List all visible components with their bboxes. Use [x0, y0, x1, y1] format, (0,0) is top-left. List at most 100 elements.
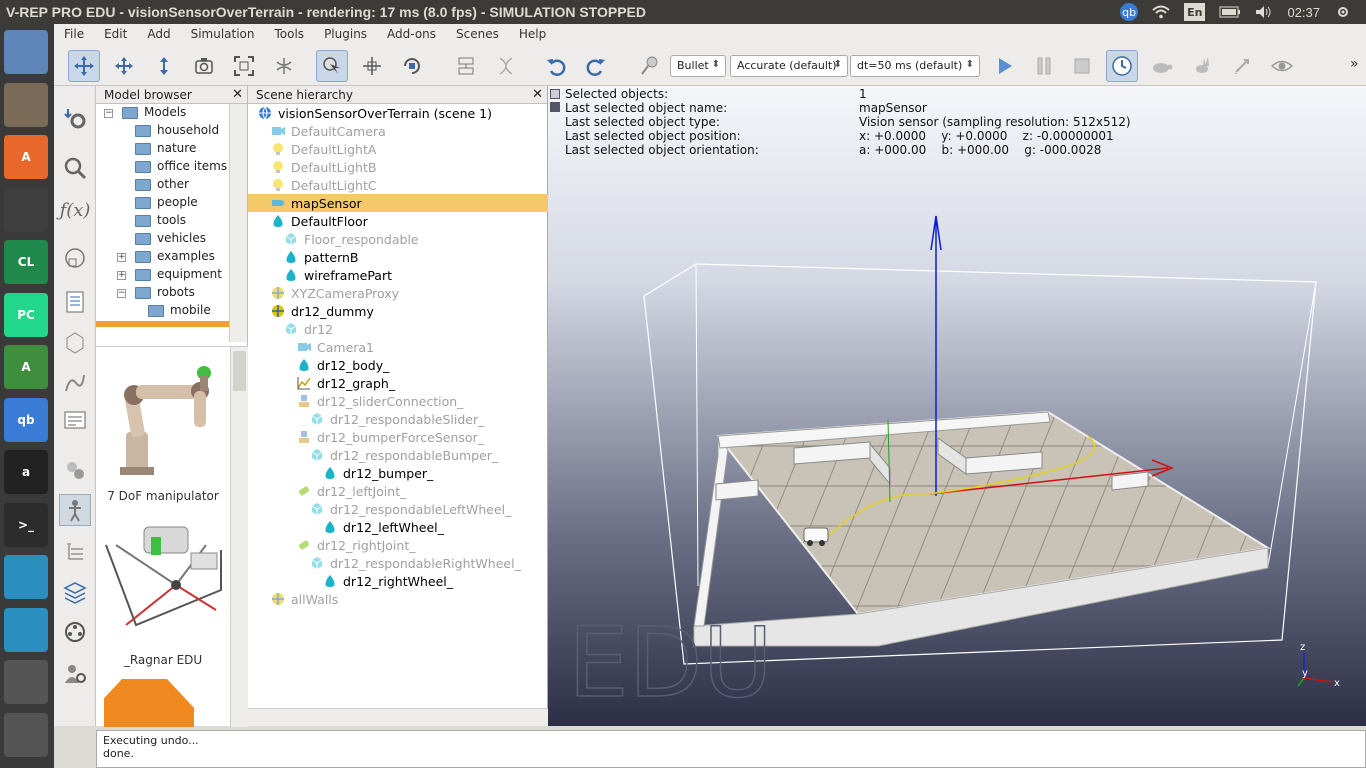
- model-tree-item[interactable]: other: [96, 176, 247, 194]
- thread-rendering-button[interactable]: [1226, 50, 1258, 82]
- scene-tree-row[interactable]: dr12_bumperForceSensor_: [248, 428, 548, 446]
- model-tree-item[interactable]: vehicles: [96, 230, 247, 248]
- volume-icon[interactable]: [1255, 3, 1273, 21]
- scene-tree-row[interactable]: allWalls: [248, 590, 548, 608]
- qbittorrent-tray-icon[interactable]: qb: [1120, 3, 1139, 21]
- pycharm-icon[interactable]: PC: [4, 292, 48, 337]
- menu-scenes[interactable]: Scenes: [446, 27, 509, 41]
- scene-tree-row[interactable]: dr12_rightJoint_: [248, 536, 548, 554]
- scene-tree-row[interactable]: Camera1: [248, 338, 548, 356]
- gear-icon[interactable]: [1334, 3, 1352, 21]
- layers-icon[interactable]: [59, 576, 91, 608]
- menu-add[interactable]: Add: [137, 27, 180, 41]
- page-selector-icon[interactable]: [59, 286, 91, 318]
- model-tree-item[interactable]: + examples: [96, 248, 247, 266]
- scene-tree-row[interactable]: dr12_dummy: [248, 302, 548, 320]
- scrollbar-thumb[interactable]: [233, 351, 246, 391]
- scene-tree-row[interactable]: dr12_bumper_: [248, 464, 548, 482]
- scene-tree-row[interactable]: dr12_leftWheel_: [248, 518, 548, 536]
- scene-tree-row[interactable]: DefaultLightB: [248, 158, 548, 176]
- model-tree-item[interactable]: office items: [96, 158, 247, 176]
- start-simulation-button[interactable]: [988, 50, 1020, 82]
- close-icon[interactable]: ✕: [532, 86, 543, 104]
- scene-hierarchy-toggle-icon[interactable]: [59, 536, 91, 568]
- scene-tree-row[interactable]: patternB: [248, 248, 548, 266]
- thumbnail-scrollbar[interactable]: [230, 347, 248, 727]
- menu-file[interactable]: File: [54, 27, 94, 41]
- menu-simulation[interactable]: Simulation: [181, 27, 265, 41]
- console-icon[interactable]: [59, 404, 91, 436]
- scene-tree-row[interactable]: dr12_sliderConnection_: [248, 392, 548, 410]
- model-tree-item[interactable]: − Models: [96, 104, 247, 122]
- scene-tree-row[interactable]: visionSensorOverTerrain (scene 1): [248, 104, 548, 122]
- scene-object-properties-icon[interactable]: [59, 326, 91, 358]
- timestep-select[interactable]: dt=50 ms (default): [850, 55, 980, 77]
- menu-help[interactable]: Help: [509, 27, 556, 41]
- vrep-icon-1[interactable]: [4, 555, 48, 599]
- calculation-modules-icon[interactable]: [59, 152, 91, 184]
- clion-icon[interactable]: CL: [4, 240, 48, 284]
- toolbar-overflow-button[interactable]: »: [1350, 56, 1359, 72]
- model-tree-item[interactable]: − robots: [96, 284, 247, 302]
- dynamics-toggle-button[interactable]: [634, 50, 666, 82]
- model-tree-item[interactable]: mobile: [96, 302, 247, 320]
- manipulate-scene-button[interactable]: [268, 50, 300, 82]
- scene-hierarchy-hscrollbar[interactable]: [248, 708, 548, 726]
- scene-tree-row[interactable]: dr12_respondableSlider_: [248, 410, 548, 428]
- thumbnail-partial-robot[interactable]: [104, 679, 194, 727]
- android-studio-icon[interactable]: A: [4, 345, 48, 389]
- model-tree-item[interactable]: nature: [96, 140, 247, 158]
- user-settings-icon[interactable]: [59, 658, 91, 690]
- real-time-mode-button[interactable]: [1106, 50, 1138, 82]
- scene-tree-row[interactable]: DefaultLightA: [248, 140, 548, 158]
- scene-tree-row[interactable]: mapSensor: [248, 194, 548, 212]
- stop-simulation-button[interactable]: [1066, 50, 1098, 82]
- camera-rotate-button[interactable]: [108, 50, 140, 82]
- video-recorder-icon[interactable]: [59, 616, 91, 648]
- amazon-icon[interactable]: a: [4, 450, 48, 494]
- camera-opening-angle-button[interactable]: [188, 50, 220, 82]
- speed-up-button[interactable]: [1186, 50, 1218, 82]
- software-center-icon[interactable]: A: [4, 135, 48, 179]
- scene-tree-row[interactable]: DefaultLightC: [248, 176, 548, 194]
- slow-down-button[interactable]: [1146, 50, 1178, 82]
- menu-plugins[interactable]: Plugins: [314, 27, 377, 41]
- path-icon[interactable]: [59, 366, 91, 398]
- collision-icon[interactable]: [59, 454, 91, 486]
- camera-pan-button[interactable]: [68, 50, 100, 82]
- scene-tree-row[interactable]: dr12_respondableBumper_: [248, 446, 548, 464]
- scene-tree-row[interactable]: dr12_respondableLeftWheel_: [248, 500, 548, 518]
- wifi-icon[interactable]: [1152, 3, 1170, 21]
- 3d-viewport[interactable]: Selected objects: 1 Last selected object n…: [548, 86, 1366, 726]
- object-shift-button[interactable]: [356, 50, 388, 82]
- model-tree-item[interactable]: household: [96, 122, 247, 140]
- click-selection-button[interactable]: [316, 50, 348, 82]
- toggle-visualization-button[interactable]: [1266, 50, 1298, 82]
- camera-shift-button[interactable]: [148, 50, 180, 82]
- scene-tree-row[interactable]: dr12_respondableRightWheel_: [248, 554, 548, 572]
- scene-tree-row[interactable]: wireframePart: [248, 266, 548, 284]
- expander-icon[interactable]: −: [104, 109, 113, 118]
- object-rotate-button[interactable]: [396, 50, 428, 82]
- expander-icon[interactable]: −: [117, 289, 126, 298]
- model-tree-item[interactable]: tools: [96, 212, 247, 230]
- redo-button[interactable]: [580, 50, 612, 82]
- model-tree-item[interactable]: + equipment: [96, 266, 247, 284]
- transfer-dna-button[interactable]: [490, 50, 522, 82]
- simulation-settings-icon[interactable]: [59, 102, 91, 134]
- scene-tree-row[interactable]: dr12_body_: [248, 356, 548, 374]
- keyboard-layout-indicator[interactable]: En: [1184, 3, 1206, 21]
- files-icon[interactable]: [4, 82, 48, 127]
- menu-tools[interactable]: Tools: [265, 27, 315, 41]
- undo-button[interactable]: [540, 50, 572, 82]
- workspace-switcher-icon[interactable]: [4, 660, 48, 704]
- scene-tree-row[interactable]: DefaultCamera: [248, 122, 548, 140]
- physics-engine-select[interactable]: Bullet: [670, 55, 726, 77]
- scene-tree-row[interactable]: dr12: [248, 320, 548, 338]
- scene-tree-row[interactable]: dr12_rightWheel_: [248, 572, 548, 590]
- scripts-fx-icon[interactable]: ƒ(x): [59, 194, 91, 226]
- shape-edit-icon[interactable]: [59, 242, 91, 274]
- expander-icon[interactable]: +: [117, 253, 126, 262]
- battery-icon[interactable]: [1219, 3, 1241, 21]
- menu-add-ons[interactable]: Add-ons: [377, 27, 446, 41]
